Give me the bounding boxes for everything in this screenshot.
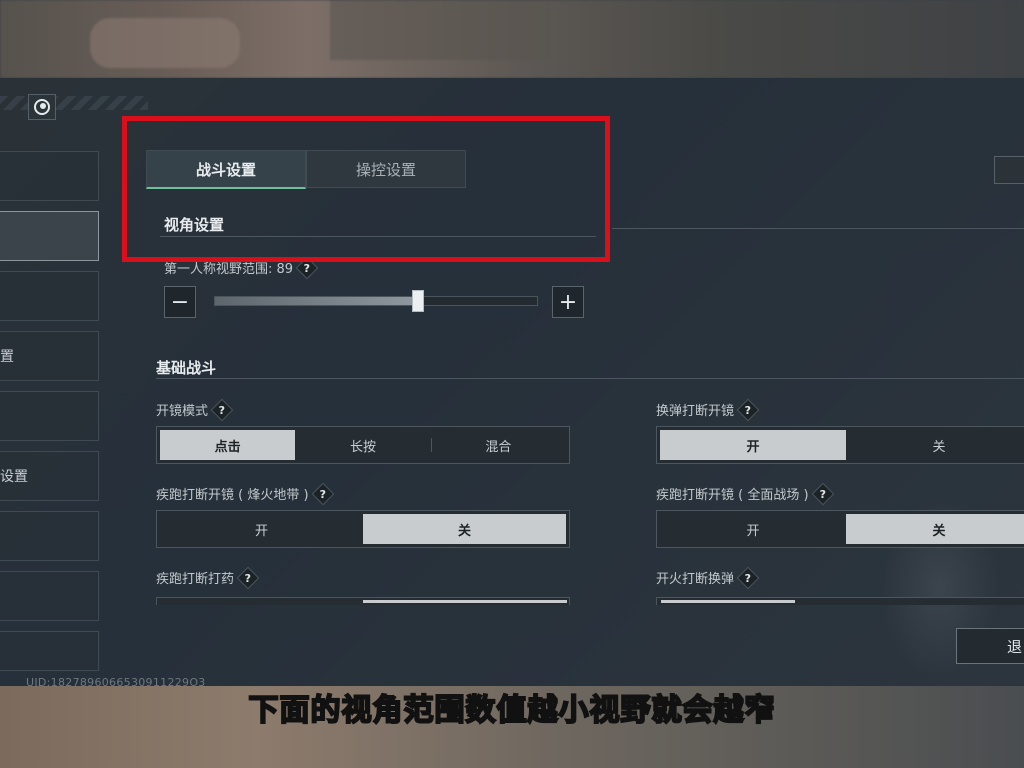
- reload-interrupt-scope-toggle: 开 关: [656, 426, 1024, 464]
- sidebar-item[interactable]: [0, 511, 99, 561]
- option-click[interactable]: 点击: [160, 430, 296, 460]
- basic-section-title: 基础战斗: [156, 359, 217, 377]
- video-subtitle: 下面的视角范围数值越小视野就会越窄: [248, 692, 776, 729]
- sidebar-item[interactable]: [0, 151, 99, 201]
- setting-label: 疾跑打断开镜 ( 全面战场 ): [656, 488, 809, 503]
- background-top: [0, 0, 1024, 78]
- option-on[interactable]: 开: [160, 514, 363, 544]
- option-off[interactable]: 关: [846, 430, 1024, 460]
- fov-slider-fill: [215, 297, 418, 305]
- fov-slider-thumb[interactable]: [411, 290, 424, 312]
- divider: [612, 228, 1024, 229]
- help-icon[interactable]: ?: [736, 566, 760, 589]
- setting-label-row: 开镜模式 ?: [156, 398, 234, 421]
- setting-label-row: 疾跑打断开镜 ( 烽火地带 ) ?: [156, 482, 334, 505]
- sprint-interrupt-scope-warzone-toggle: 开 关: [156, 510, 570, 548]
- setting-label: 疾跑打断打药: [156, 572, 235, 587]
- option-off[interactable]: 关: [363, 514, 566, 544]
- top-right-button[interactable]: [994, 156, 1024, 184]
- sidebar-item-active[interactable]: [0, 211, 99, 261]
- scope-mode-selector: 点击 长按 混合: [156, 426, 570, 464]
- setting-label-row: 开火打断换弹 ?: [656, 566, 760, 589]
- help-icon[interactable]: ?: [210, 398, 234, 421]
- option-on[interactable]: 开: [660, 430, 846, 460]
- help-icon[interactable]: ?: [311, 482, 334, 505]
- option-hold[interactable]: 长按: [295, 430, 430, 460]
- fov-decrease-button[interactable]: −: [164, 286, 196, 318]
- setting-label-row: 疾跑打断打药 ?: [156, 566, 260, 589]
- setting-label: 开火打断换弹: [656, 572, 735, 587]
- header-strip: [0, 78, 150, 120]
- highlight-box: [122, 116, 610, 262]
- setting-label: 换弹打断开镜: [656, 404, 735, 419]
- exit-button[interactable]: 退: [956, 628, 1024, 664]
- fov-increase-button[interactable]: +: [552, 286, 584, 318]
- sidebar-item[interactable]: [0, 631, 99, 671]
- sprint-interrupt-scope-battlefield-toggle: 开 关: [656, 510, 1024, 548]
- sprint-interrupt-heal-toggle[interactable]: [156, 597, 570, 605]
- setting-label: 开镜模式: [156, 404, 209, 419]
- divider: [156, 378, 1024, 379]
- setting-label: 疾跑打断开镜 ( 烽火地带 ): [156, 488, 309, 503]
- fov-slider[interactable]: [214, 290, 538, 312]
- sidebar-item[interactable]: [0, 571, 99, 621]
- option-on[interactable]: 开: [660, 514, 846, 544]
- help-icon[interactable]: ?: [736, 398, 760, 421]
- sidebar-item[interactable]: 置: [0, 331, 99, 381]
- sidebar-item[interactable]: [0, 271, 99, 321]
- setting-label-row: 疾跑打断开镜 ( 全面战场 ) ?: [656, 482, 834, 505]
- game-logo-icon: [28, 94, 56, 120]
- sidebar-item-label: 置: [0, 349, 14, 365]
- option-off[interactable]: 关: [846, 514, 1024, 544]
- help-icon[interactable]: ?: [811, 482, 834, 505]
- help-icon[interactable]: ?: [236, 566, 260, 589]
- sidebar-item[interactable]: [0, 391, 99, 441]
- sidebar-item[interactable]: 设置: [0, 451, 99, 501]
- option-mixed[interactable]: 混合: [430, 430, 566, 460]
- fire-interrupt-reload-toggle[interactable]: [656, 597, 1024, 605]
- setting-label-row: 换弹打断开镜 ?: [656, 398, 760, 421]
- sidebar-item-label: 设置: [0, 469, 28, 485]
